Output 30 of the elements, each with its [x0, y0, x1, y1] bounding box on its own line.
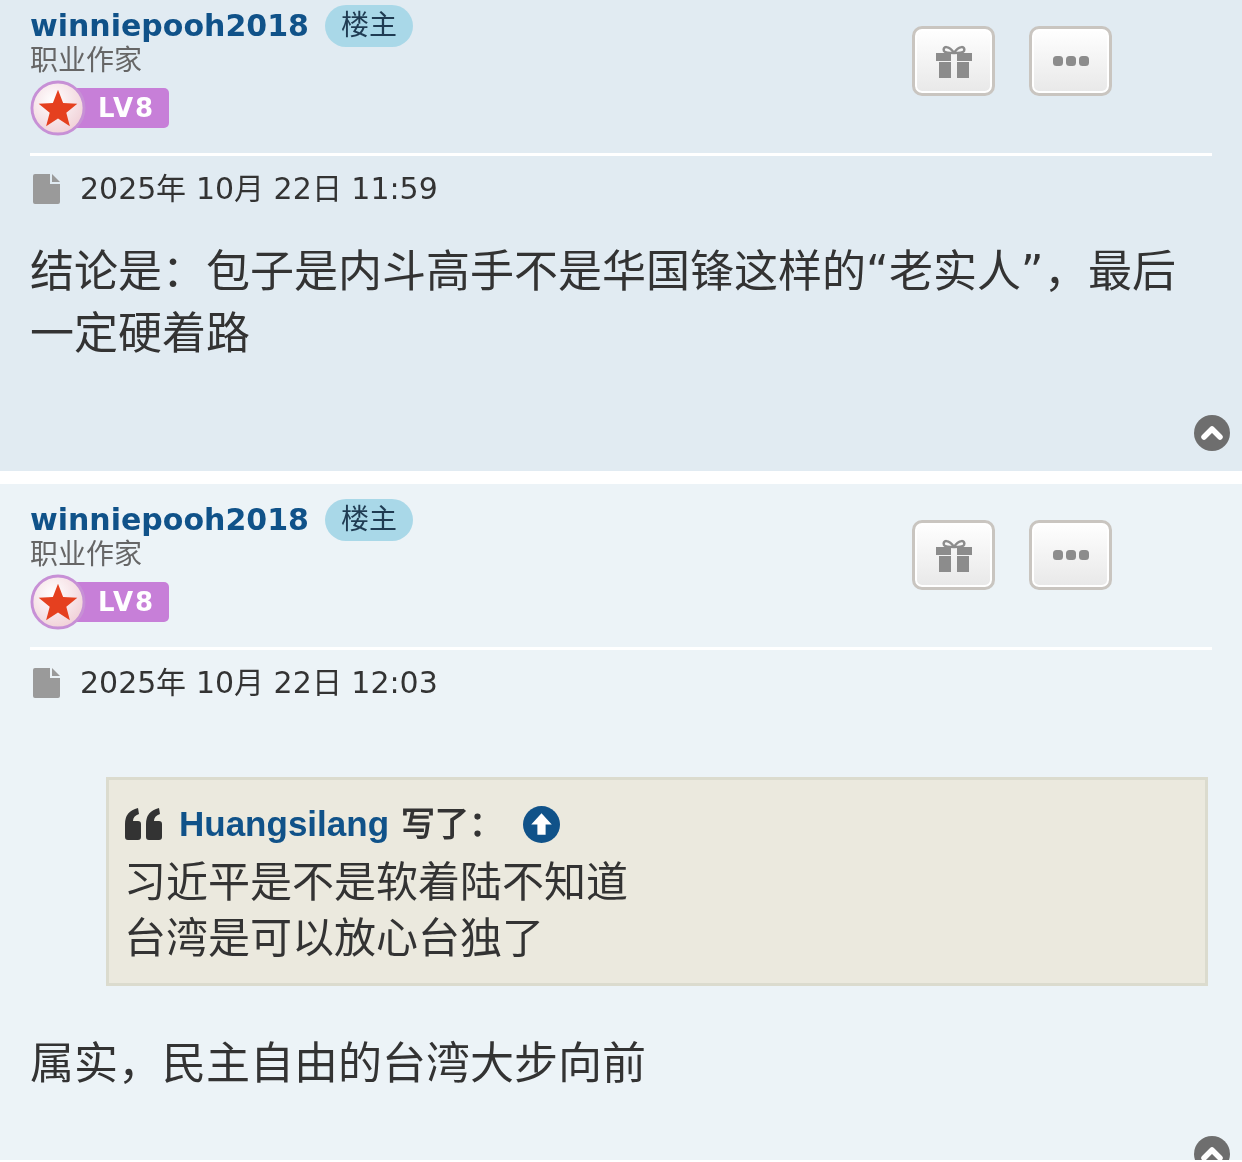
rank-title: 职业作家: [30, 541, 142, 569]
author-badge: 楼主: [324, 5, 413, 47]
post-date: 2025年 10月 22日 12:03: [80, 666, 438, 700]
quote-wrote-label: 写了：: [401, 802, 504, 846]
star-medal-icon: [30, 574, 86, 630]
post-date: 2025年 10月 22日 11:59: [80, 172, 438, 206]
back-to-top-icon[interactable]: [1194, 415, 1230, 451]
quote-text-line: 习近平是不是软着陆不知道: [124, 857, 628, 909]
username-link[interactable]: winniepooh2018: [30, 505, 309, 535]
back-to-top-icon[interactable]: [1194, 1136, 1230, 1160]
username-link[interactable]: winniepooh2018: [30, 11, 309, 41]
quote-author-link[interactable]: Huangsilang: [179, 797, 390, 851]
star-medal-icon: [30, 80, 86, 136]
more-options-button[interactable]: [1029, 26, 1112, 96]
quote-mark-icon: [124, 807, 163, 841]
ellipsis-icon: [1052, 56, 1089, 66]
post-content: 结论是：包子是内斗高手不是华国锋这样的“老实人”，最后一定硬着路: [30, 245, 1177, 361]
file-icon: [33, 174, 60, 204]
file-icon: [33, 668, 60, 698]
gift-icon: [935, 44, 972, 78]
more-options-button[interactable]: [1029, 520, 1112, 590]
quote-text-line: 台湾是可以放心台独了: [124, 913, 544, 965]
ellipsis-icon: [1052, 550, 1089, 560]
arrow-up-circle-icon[interactable]: [523, 805, 561, 843]
author-badge: 楼主: [324, 499, 413, 541]
gift-button[interactable]: [912, 520, 995, 590]
gift-button[interactable]: [912, 26, 995, 96]
rank-title: 职业作家: [30, 47, 142, 75]
post-content: 属实，民主自由的台湾大步向前: [30, 1037, 647, 1091]
gift-icon: [935, 538, 972, 572]
